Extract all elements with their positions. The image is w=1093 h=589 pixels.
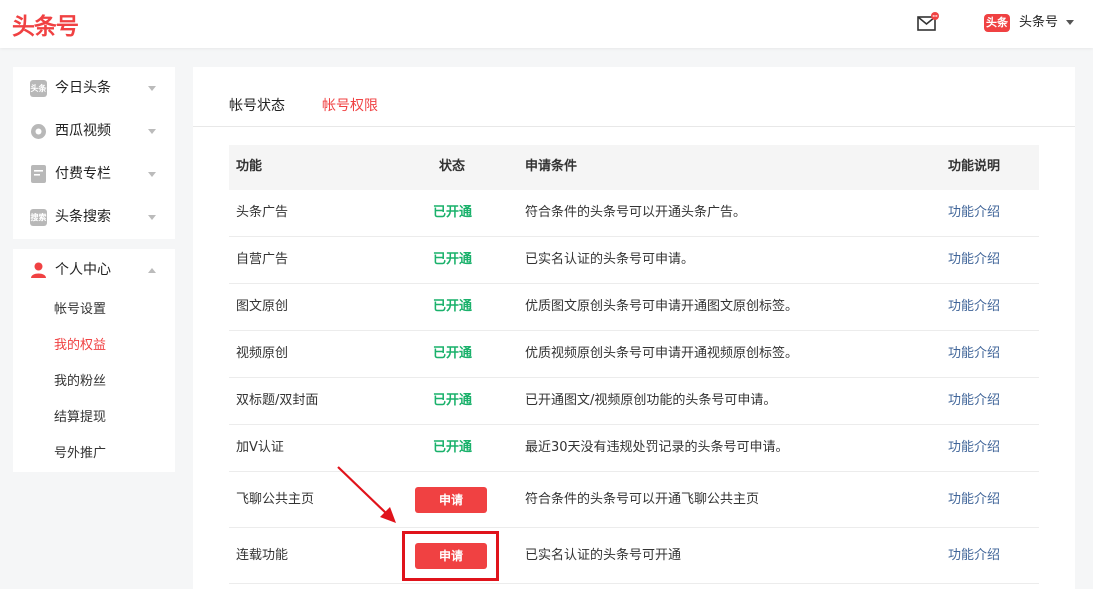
status-badge: 已开通 [433, 205, 473, 220]
feature-intro-link[interactable]: 功能介绍 [948, 491, 1000, 509]
document-icon [31, 165, 46, 183]
sidebar-item-label: 付费专栏 [55, 166, 111, 182]
tab-divider [193, 126, 1075, 127]
search-icon: 搜索 [30, 209, 47, 226]
main-panel: 帐号状态 帐号权限 功能 状态 申请条件 功能说明 头条广告 已开通 符合条件的… [193, 67, 1075, 589]
toutiao-icon: 头条 [30, 80, 47, 97]
header-description: 功能说明 [948, 159, 1001, 174]
status-badge: 已开通 [433, 299, 473, 314]
feature-name: 加V认证 [236, 440, 284, 455]
tab-account-permissions[interactable]: 帐号权限 [322, 96, 378, 116]
condition-text: 已实名认证的头条号可开通 [525, 548, 682, 563]
feature-name: 视频原创 [236, 346, 289, 361]
sidebar-subitem-my-fans[interactable]: 我的粉丝 [54, 373, 106, 391]
status-badge: 已开通 [433, 252, 473, 267]
sidebar-platforms: 头条 今日头条 西瓜视频 付费专栏 搜索 头条搜索 [13, 67, 175, 239]
xigua-video-icon [31, 124, 46, 139]
table-row: 双标题/双封面 已开通 已开通图文/视频原创功能的头条号可申请。 功能介绍 [229, 378, 1039, 425]
annotation-highlight-box [402, 531, 499, 581]
feature-name: 飞聊公共主页 [236, 492, 315, 507]
sidebar-subitem-promotion[interactable]: 号外推广 [54, 445, 106, 463]
sidebar-item-toutiao[interactable]: 头条 今日头条 [13, 67, 175, 110]
condition-text: 符合条件的头条号可以开通飞聊公共主页 [525, 492, 760, 507]
user-menu-chevron-down-icon[interactable] [1066, 20, 1074, 25]
user-avatar[interactable]: 头条 [984, 14, 1010, 32]
chevron-down-icon [148, 129, 156, 134]
feature-name: 双标题/双封面 [236, 393, 319, 408]
sidebar-item-label: 今日头条 [55, 80, 111, 96]
condition-text: 已实名认证的头条号可申请。 [525, 252, 695, 267]
header-condition: 申请条件 [525, 159, 578, 174]
sidebar-personal-center: 个人中心 帐号设置 我的权益 我的粉丝 结算提现 号外推广 [13, 249, 175, 472]
top-bar: 头条号 头条 头条号 [0, 0, 1093, 48]
sidebar-item-paid-column[interactable]: 付费专栏 [13, 153, 175, 196]
feature-intro-link[interactable]: 功能介绍 [948, 298, 1000, 316]
status-badge: 已开通 [433, 440, 473, 455]
table-header: 功能 状态 申请条件 功能说明 [229, 145, 1039, 190]
table-row: 连载功能 申请 已实名认证的头条号可开通 功能介绍 [229, 528, 1039, 584]
apply-button[interactable]: 申请 [415, 487, 487, 513]
feature-intro-link[interactable]: 功能介绍 [948, 204, 1000, 222]
annotation-arrow-icon [337, 466, 396, 523]
sidebar-item-label: 头条搜索 [55, 209, 111, 225]
status-badge: 已开通 [433, 346, 473, 361]
feature-intro-link[interactable]: 功能介绍 [948, 345, 1000, 363]
table-row: 头条广告 已开通 符合条件的头条号可以开通头条广告。 功能介绍 [229, 190, 1039, 237]
chevron-up-icon [148, 268, 156, 273]
feature-intro-link[interactable]: 功能介绍 [948, 392, 1000, 410]
condition-text: 已开通图文/视频原创功能的头条号可申请。 [525, 393, 777, 408]
status-badge: 已开通 [433, 393, 473, 408]
user-icon [31, 262, 46, 278]
chevron-down-icon [148, 86, 156, 91]
table-row: 图文原创 已开通 优质图文原创头条号可申请开通图文原创标签。 功能介绍 [229, 284, 1039, 331]
user-name[interactable]: 头条号 [1019, 14, 1058, 32]
sidebar-item-label: 西瓜视频 [55, 123, 111, 139]
sidebar-item-xigua[interactable]: 西瓜视频 [13, 110, 175, 153]
sidebar-subitem-account-settings[interactable]: 帐号设置 [54, 301, 106, 319]
feature-name: 自营广告 [236, 252, 289, 267]
feature-intro-link[interactable]: 功能介绍 [948, 439, 1000, 457]
sidebar-subitem-settlement[interactable]: 结算提现 [54, 409, 106, 427]
feature-name: 连载功能 [236, 548, 289, 563]
feature-intro-link[interactable]: 功能介绍 [948, 547, 1000, 565]
condition-text: 优质视频原创头条号可申请开通视频原创标签。 [525, 346, 799, 361]
condition-text: 符合条件的头条号可以开通头条广告。 [525, 205, 747, 220]
header-feature: 功能 [236, 159, 263, 174]
condition-text: 优质图文原创头条号可申请开通图文原创标签。 [525, 299, 799, 314]
header-status: 状态 [439, 159, 466, 174]
sidebar-item-search[interactable]: 搜索 头条搜索 [13, 196, 175, 239]
mail-icon[interactable] [917, 12, 939, 32]
sidebar-item-label: 个人中心 [55, 262, 111, 278]
sidebar-subitem-my-rights[interactable]: 我的权益 [54, 337, 106, 355]
condition-text: 最近30天没有违规处罚记录的头条号可申请。 [525, 440, 789, 455]
feature-name: 头条广告 [236, 205, 289, 220]
logo[interactable]: 头条号 [12, 7, 79, 41]
sidebar-item-personal-center[interactable]: 个人中心 [13, 249, 175, 292]
table-row: 自营广告 已开通 已实名认证的头条号可申请。 功能介绍 [229, 237, 1039, 284]
feature-name: 图文原创 [236, 299, 289, 314]
chevron-down-icon [148, 172, 156, 177]
chevron-down-icon [148, 215, 156, 220]
feature-intro-link[interactable]: 功能介绍 [948, 251, 1000, 269]
tab-account-status[interactable]: 帐号状态 [229, 96, 285, 116]
table-row: 视频原创 已开通 优质视频原创头条号可申请开通视频原创标签。 功能介绍 [229, 331, 1039, 378]
